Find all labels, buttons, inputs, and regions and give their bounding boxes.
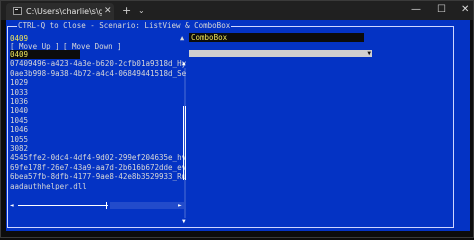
title-bar: C:\Users\charlie\s\gui.cs\UICa ✕ + ⌄ — ☐… <box>1 1 473 20</box>
vertical-scrollbar[interactable]: ▲ ▼ <box>182 58 189 225</box>
dropdown-arrow-icon[interactable]: ▼ <box>367 50 371 57</box>
list-item[interactable]: 3082 <box>10 144 186 153</box>
list-item[interactable]: 4545ffe2-0dc4-4df4-9d02-299ef204635e_hvs… <box>10 153 186 162</box>
chevron-down-icon[interactable]: ⌄ <box>138 5 145 16</box>
list-item[interactable]: 69fe178f-26e7-43a9-aa7d-2b616b672dde_eve… <box>10 163 186 172</box>
list-item[interactable]: aadauthhelper.dll <box>10 182 186 190</box>
list-item[interactable]: 0409 <box>10 50 80 59</box>
list-item[interactable]: 1045 <box>10 116 186 125</box>
horizontal-scrollbar[interactable]: ◄ ► <box>10 202 186 209</box>
list-item[interactable]: 1033 <box>10 88 186 97</box>
hscroll-track[interactable] <box>110 202 184 209</box>
list-item[interactable]: 1055 <box>10 135 186 144</box>
new-tab-icon[interactable]: + <box>122 4 131 17</box>
list-item[interactable]: 1040 <box>10 106 186 115</box>
list-item[interactable]: 0ae3b998-9a38-4b72-a4c4-06849441518d_Ser… <box>10 69 186 78</box>
terminal-window: C:\Users\charlie\s\gui.cs\UICa ✕ + ⌄ — ☐… <box>0 0 474 238</box>
combobox-dropdown[interactable]: ▼ <box>189 50 372 57</box>
scroll-thumb[interactable] <box>183 106 186 180</box>
tab-title: C:\Users\charlie\s\gui.cs\UICa <box>26 7 102 16</box>
maximize-icon[interactable]: ☐ <box>437 3 446 16</box>
arrow-up-icon[interactable]: ▲ <box>180 34 184 43</box>
scenario-panel: CTRL-Q to Close - Scenario: ListView & C… <box>6 20 470 231</box>
scroll-up-icon[interactable]: ▲ <box>182 60 186 67</box>
scroll-down-icon[interactable]: ▼ <box>182 218 186 225</box>
combobox-input[interactable]: ComboBox <box>189 33 364 42</box>
frame-title: CTRL-Q to Close - Scenario: ListView & C… <box>17 20 232 31</box>
scroll-left-icon[interactable]: ◄ <box>10 202 14 209</box>
scroll-right-icon[interactable]: ► <box>178 202 182 209</box>
window-close-icon[interactable]: ✕ <box>461 3 469 16</box>
hscroll-thumb[interactable] <box>18 205 108 206</box>
list-item[interactable]: 1029 <box>10 78 186 87</box>
list-item[interactable]: 1036 <box>10 97 186 106</box>
minimize-icon[interactable]: — <box>411 3 421 16</box>
hscroll-thumb-end <box>106 202 107 209</box>
terminal-icon <box>13 7 22 15</box>
console-area: CTRL-Q to Close - Scenario: ListView & C… <box>1 20 473 237</box>
terminal-tab[interactable]: C:\Users\charlie\s\gui.cs\UICa ✕ <box>6 3 114 20</box>
list-item[interactable]: 6bea57fb-8dfb-4177-9ae8-42e8b3529933_Run… <box>10 172 186 181</box>
list-item[interactable]: 1046 <box>10 125 186 134</box>
list-item[interactable]: 07409496-a423-4a3e-b620-2cfb01a9318d_Hyp… <box>10 59 186 68</box>
tab-close-icon[interactable]: ✕ <box>104 6 112 17</box>
list-view[interactable]: 0409 07409496-a423-4a3e-b620-2cfb01a9318d… <box>10 50 186 190</box>
